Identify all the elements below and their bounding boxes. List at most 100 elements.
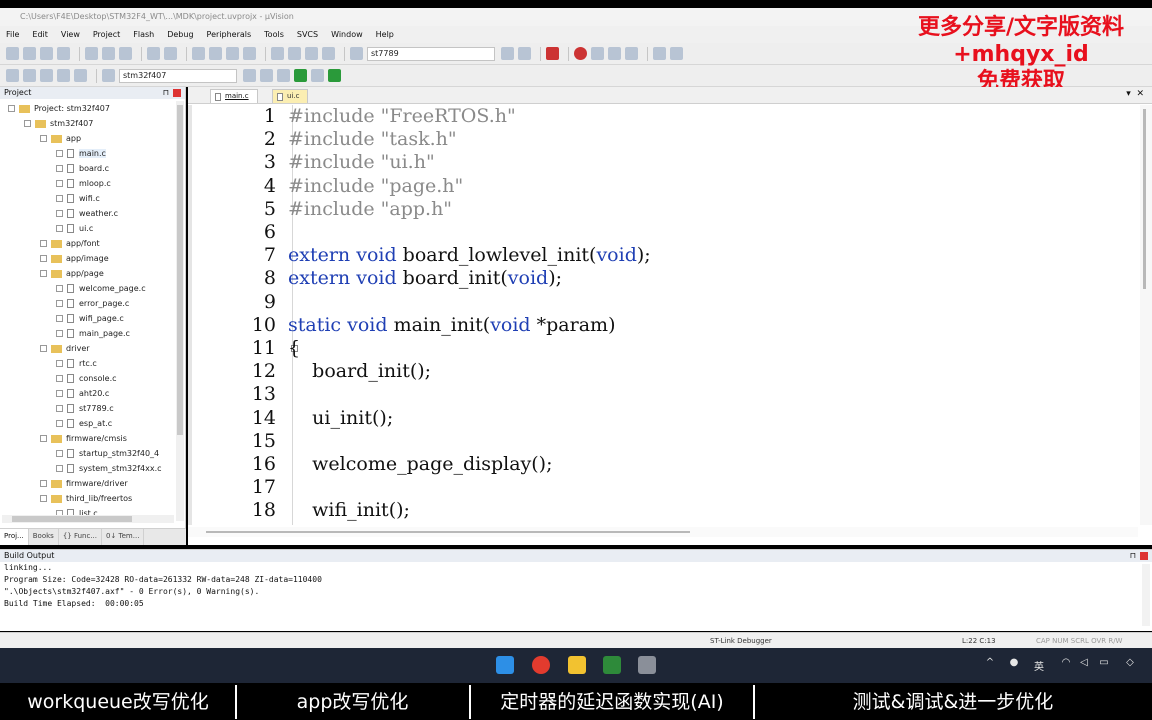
code-line[interactable]: 17 [192,476,1138,499]
window-layout-icon[interactable] [653,47,666,60]
expand-icon[interactable] [40,255,47,262]
expand-icon[interactable] [56,390,63,397]
scrollbar-thumb[interactable] [12,516,132,522]
tray-chevron-icon[interactable]: ^ [984,657,996,669]
manage-components-icon[interactable] [277,69,290,82]
notification-icon[interactable]: ◇ [1124,657,1136,669]
keil-uvision-icon[interactable] [603,656,621,674]
clear-bookmarks-icon[interactable] [243,47,256,60]
menu-tools[interactable]: Tools [264,30,284,39]
tree-folder-item[interactable]: Project: stm32f407 [0,101,176,116]
tree-folder-item[interactable]: firmware/driver [0,476,176,491]
debug-start-icon[interactable] [546,47,559,60]
menu-view[interactable]: View [61,30,80,39]
prev-bookmark-icon[interactable] [209,47,222,60]
redo-icon[interactable] [164,47,177,60]
tab-templates[interactable]: 0↓ Tem... [102,529,145,545]
menu-help[interactable]: Help [376,30,394,39]
chapter-2[interactable]: app改写优化 [240,687,465,717]
save-all-icon[interactable] [57,47,70,60]
tab-project[interactable]: Proj... [0,529,29,545]
tree-file-item[interactable]: startup_stm32f40_4 [0,446,176,461]
stop-build-icon[interactable] [74,69,87,82]
open-file-icon[interactable] [23,47,36,60]
tree-file-item[interactable]: main_page.c [0,326,176,341]
tree-file-item[interactable]: main.c [0,146,176,161]
tree-file-item[interactable]: ui.c [0,221,176,236]
batch-build-icon[interactable] [57,69,70,82]
tree-file-item[interactable]: rtc.c [0,356,176,371]
expand-icon[interactable] [8,105,15,112]
chrome-icon[interactable] [532,656,550,674]
incremental-find-icon[interactable] [518,47,531,60]
pin-icon[interactable]: ⊓ [1130,550,1136,562]
code-line[interactable]: 15 [192,430,1138,453]
rte-icon[interactable] [328,69,341,82]
download-icon[interactable] [102,69,115,82]
tree-folder-item[interactable]: third_lib/freertos [0,491,176,506]
project-tree-scrollbar[interactable] [176,101,184,521]
pack-installer-icon[interactable] [311,69,324,82]
kill-breakpoints-icon[interactable] [625,47,638,60]
editor-hscrollbar[interactable] [188,527,1138,537]
breakpoint-icon[interactable] [574,47,587,60]
code-area[interactable]: 1 #include "FreeRTOS.h" 2 #include "task.h"… [188,105,1138,525]
find-in-files-icon[interactable] [350,47,363,60]
tree-file-item[interactable]: error_page.c [0,296,176,311]
build-icon[interactable] [23,69,36,82]
menu-file[interactable]: File [6,30,19,39]
expand-icon[interactable] [40,135,47,142]
find-icon[interactable] [501,47,514,60]
tab-list-icon[interactable]: ▾ [1126,89,1131,99]
editor-vscrollbar[interactable] [1140,105,1152,525]
code-line[interactable]: 1 #include "FreeRTOS.h" [192,105,1138,128]
code-line[interactable]: 14 ui_init(); [192,407,1138,430]
expand-icon[interactable] [40,495,47,502]
rebuild-icon[interactable] [40,69,53,82]
expand-icon[interactable] [40,345,47,352]
save-icon[interactable] [40,47,53,60]
tree-file-item[interactable]: aht20.c [0,386,176,401]
tree-folder-item[interactable]: app [0,131,176,146]
copy-icon[interactable] [102,47,115,60]
expand-icon[interactable] [56,300,63,307]
tree-file-item[interactable]: mloop.c [0,176,176,191]
code-line[interactable]: 12 board_init(); [192,360,1138,383]
tree-file-item[interactable]: wifi.c [0,191,176,206]
expand-icon[interactable] [56,180,63,187]
tab-books[interactable]: Books [29,529,59,545]
tree-file-item[interactable]: esp_at.c [0,416,176,431]
expand-icon[interactable] [56,225,63,232]
disable-breakpoint-icon[interactable] [591,47,604,60]
indent-icon[interactable] [271,47,284,60]
build-output-scrollbar[interactable] [1142,564,1150,626]
tree-file-item[interactable]: wifi_page.c [0,311,176,326]
file-extensions-icon[interactable] [260,69,273,82]
code-line[interactable]: 9 [192,291,1138,314]
scrollbar-thumb[interactable] [206,531,690,533]
find-combo[interactable]: st7789 [367,46,495,61]
expand-icon[interactable] [56,465,63,472]
expand-icon[interactable] [56,195,63,202]
code-line[interactable]: 7 extern void board_lowlevel_init(void); [192,244,1138,267]
code-line[interactable]: 5 #include "app.h" [192,198,1138,221]
chapter-1[interactable]: workqueue改写优化 [4,687,232,717]
code-line[interactable]: 16 welcome_page_display(); [192,453,1138,476]
bookmark-icon[interactable] [192,47,205,60]
uncomment-icon[interactable] [322,47,335,60]
tab-functions[interactable]: {} Func... [59,529,102,545]
expand-icon[interactable] [56,405,63,412]
tree-file-item[interactable]: system_stm32f4xx.c [0,461,176,476]
run-icon[interactable] [294,69,307,82]
windows-start-icon[interactable] [496,656,514,674]
file-explorer-icon[interactable] [568,656,586,674]
expand-icon[interactable] [56,315,63,322]
expand-icon[interactable] [56,285,63,292]
expand-icon[interactable] [56,210,63,217]
terminal-app-icon[interactable] [638,656,656,674]
target-options-icon[interactable] [243,69,256,82]
clear-breakpoints-icon[interactable] [608,47,621,60]
code-line[interactable]: 11 { [192,337,1138,360]
expand-icon[interactable] [56,360,63,367]
code-line[interactable]: 3 #include "ui.h" [192,151,1138,174]
